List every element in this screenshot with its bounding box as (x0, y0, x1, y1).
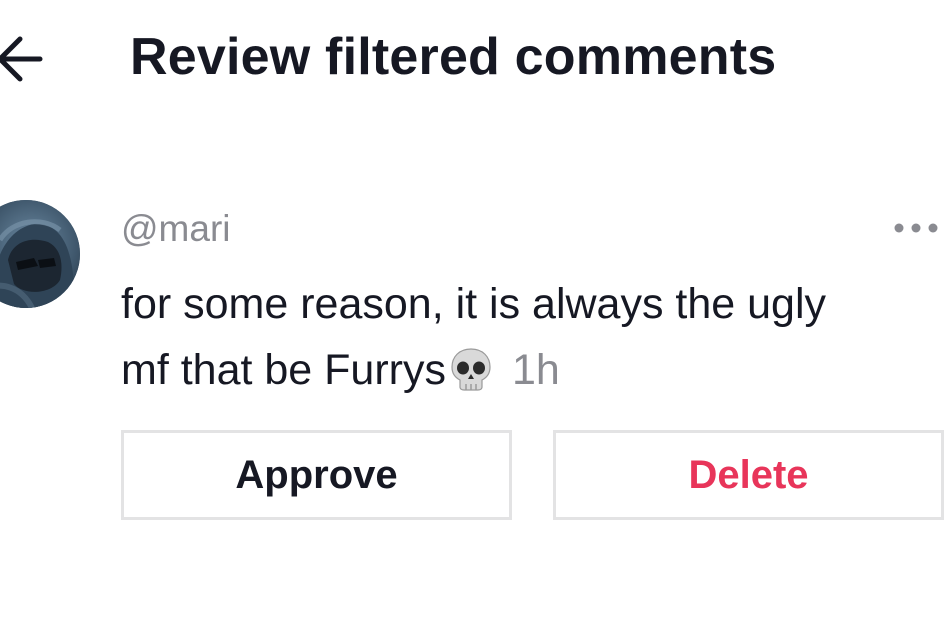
comment-text: for some reason, it is always the ugly m… (121, 271, 931, 403)
skull-icon (448, 346, 494, 392)
comment-username[interactable]: @mari (121, 207, 231, 251)
arrow-left-icon (0, 36, 43, 82)
approve-button[interactable]: Approve (121, 430, 512, 520)
more-options-icon (894, 223, 938, 233)
page-title: Review filtered comments (130, 28, 777, 86)
comment-text-line-2: mf that be Furrys 1h (121, 337, 931, 403)
avatar[interactable] (0, 200, 80, 308)
review-filtered-comments-page: Review filtered comments @mari for some … (0, 0, 945, 636)
comment-text-line-1: for some reason, it is always the ugly (121, 280, 827, 328)
comment-text-line-2-text: mf that be Furrys (121, 346, 446, 394)
more-options-button[interactable] (890, 210, 942, 246)
delete-button[interactable]: Delete (553, 430, 944, 520)
comment-timestamp: 1h (511, 346, 560, 394)
back-button[interactable] (0, 22, 50, 94)
user-avatar-image (0, 200, 80, 308)
